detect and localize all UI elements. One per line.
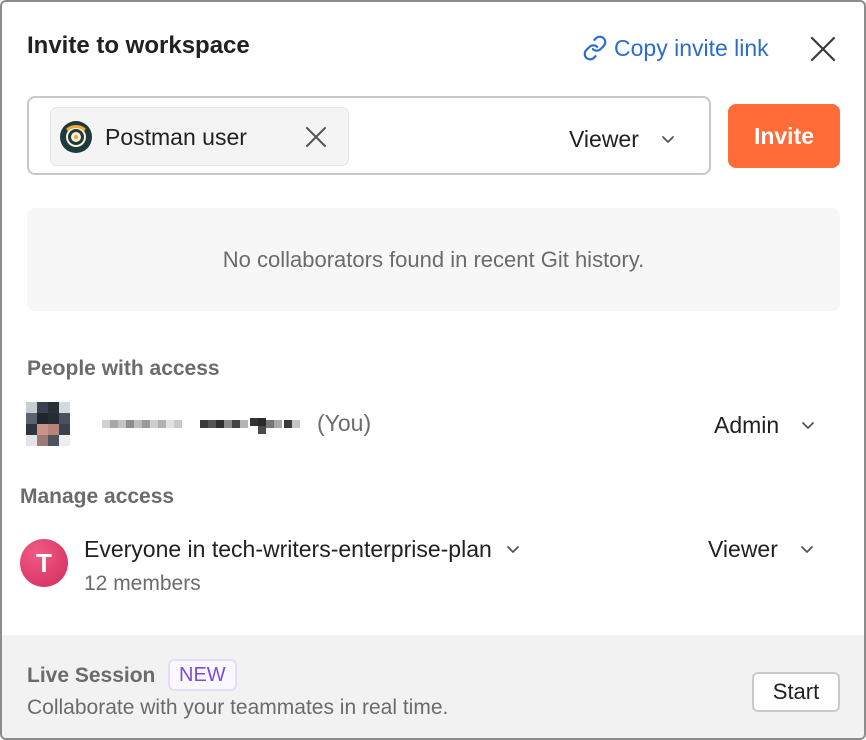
link-icon xyxy=(583,35,607,61)
invite-input[interactable]: Postman user Viewer xyxy=(27,96,711,175)
user-you-label: (You) xyxy=(317,410,372,436)
live-session-title: Live Session xyxy=(27,664,156,687)
remove-invitee-button[interactable] xyxy=(302,123,330,151)
start-live-session-button[interactable]: Start xyxy=(752,672,840,712)
team-member-count: 12 members xyxy=(84,572,201,595)
user-name-redacted xyxy=(102,418,300,434)
invite-dialog: Invite to workspace Copy invite link Pos… xyxy=(0,0,866,740)
chevron-down-icon xyxy=(506,546,519,553)
live-session-footer: Live Session NEW Collaborate with your t… xyxy=(2,635,864,738)
manage-access-heading: Manage access xyxy=(20,485,175,508)
chevron-down-icon xyxy=(802,422,815,429)
team-role-select[interactable]: Viewer xyxy=(708,534,816,564)
chevron-down-icon xyxy=(800,546,813,553)
chevron-down-icon xyxy=(661,136,674,143)
invitee-chip: Postman user xyxy=(50,107,349,166)
git-collaborators-empty-state: No collaborators found in recent Git his… xyxy=(27,208,840,311)
invite-button[interactable]: Invite xyxy=(728,104,840,168)
invite-role-select[interactable]: Viewer xyxy=(569,124,677,154)
team-role-label: Viewer xyxy=(708,535,778,562)
close-icon xyxy=(306,127,326,147)
dialog-title: Invite to workspace xyxy=(27,32,250,59)
invitee-chip-label: Postman user xyxy=(105,124,247,150)
team-name-label: Everyone in tech-writers-enterprise-plan xyxy=(84,535,492,562)
close-button[interactable] xyxy=(806,32,840,66)
live-session-description: Collaborate with your teammates in real … xyxy=(27,696,449,719)
user-role-label: Admin xyxy=(714,411,780,438)
postman-user-avatar xyxy=(60,121,92,153)
copy-invite-link[interactable]: Copy invite link xyxy=(582,32,769,64)
user-avatar xyxy=(26,402,70,446)
people-with-access-heading: People with access xyxy=(27,357,220,380)
invite-role-label: Viewer xyxy=(569,125,639,152)
empty-state-message: No collaborators found in recent Git his… xyxy=(222,246,645,272)
user-role-select[interactable]: Admin xyxy=(714,410,817,440)
team-select[interactable]: Everyone in tech-writers-enterprise-plan xyxy=(84,534,522,564)
close-icon xyxy=(810,36,836,62)
new-badge: NEW xyxy=(168,659,237,691)
copy-invite-link-label: Copy invite link xyxy=(614,34,769,61)
team-avatar: T xyxy=(20,539,68,587)
